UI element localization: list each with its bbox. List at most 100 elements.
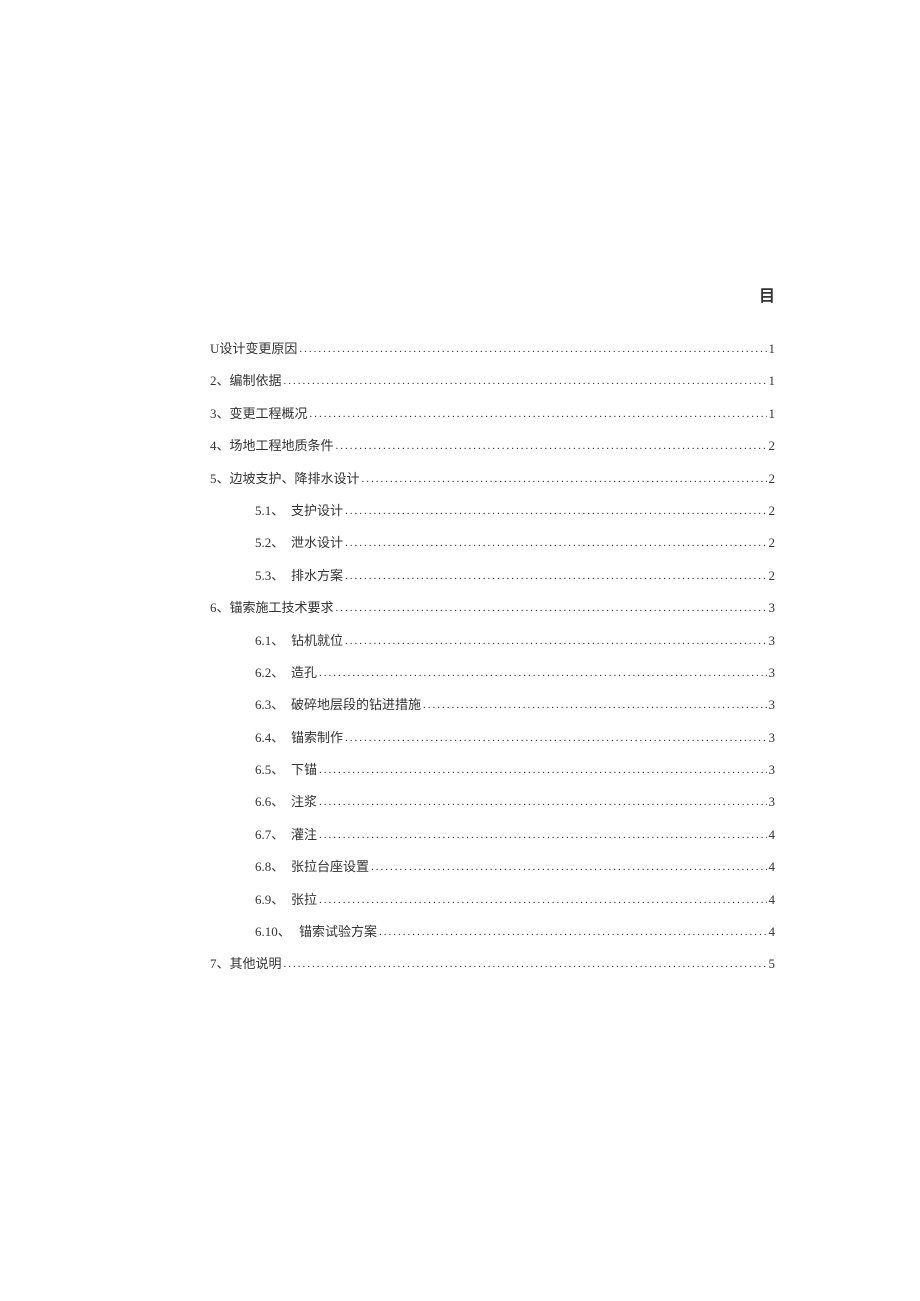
toc-page: 3 xyxy=(769,599,776,617)
toc-num: 5、 xyxy=(210,470,230,488)
toc-sub-entry: 6.3、 破碎地层段的钻进措施 3 xyxy=(210,696,775,714)
toc-entry: U 设计变更原因 1 xyxy=(210,340,775,358)
toc-sub-entry: 6.5、 下锚 3 xyxy=(210,761,775,779)
toc-page: 4 xyxy=(769,891,776,909)
toc-dots xyxy=(371,860,766,875)
toc-dots xyxy=(423,698,766,713)
toc-dots xyxy=(379,925,766,940)
toc-num: 7、 xyxy=(210,955,230,973)
toc-page: 2 xyxy=(769,502,776,520)
toc-page: 2 xyxy=(769,470,776,488)
toc-sub-entry: 6.4、 锚索制作 3 xyxy=(210,729,775,747)
toc-title: 破碎地层段的钻进措施 xyxy=(291,696,421,714)
toc-sub-num: 6.7、 xyxy=(255,826,291,844)
toc-dots xyxy=(310,407,767,422)
toc-dots xyxy=(299,342,766,357)
toc-page: 1 xyxy=(769,340,776,358)
toc-sub-entry: 5.1、 支护设计 2 xyxy=(210,502,775,520)
toc-sub-entry: 6.8、 张拉台座设置 4 xyxy=(210,858,775,876)
toc-title: 其他说明 xyxy=(230,955,282,973)
toc-sub-entry: 6.6、 注浆 3 xyxy=(210,793,775,811)
toc-title: 支护设计 xyxy=(291,502,343,520)
toc-page: 3 xyxy=(769,761,776,779)
toc-dots xyxy=(345,536,766,551)
toc-title: 注浆 xyxy=(291,793,317,811)
toc-dots xyxy=(319,666,766,681)
toc-entry: 3、 变更工程概况 1 xyxy=(210,405,775,423)
toc-dots xyxy=(345,731,766,746)
toc-title: 锚索试验方案 xyxy=(299,923,377,941)
toc-title: 灌注 xyxy=(291,826,317,844)
toc-dots xyxy=(336,439,767,454)
toc-sub-num: 6.2、 xyxy=(255,664,291,682)
toc-title: 场地工程地质条件 xyxy=(230,437,334,455)
toc-page: 2 xyxy=(769,567,776,585)
toc-sub-num: 5.1、 xyxy=(255,502,291,520)
toc-title: 锚索制作 xyxy=(291,729,343,747)
toc-page: 3 xyxy=(769,632,776,650)
toc-page: 3 xyxy=(769,664,776,682)
toc-dots xyxy=(319,795,766,810)
toc-title: 张拉 xyxy=(291,891,317,909)
toc-list: U 设计变更原因 1 2、 编制依据 1 3、 变更工程概况 1 4、 场地工程… xyxy=(210,340,775,974)
toc-title: 造孔 xyxy=(291,664,317,682)
toc-dots xyxy=(345,569,766,584)
toc-sub-entry: 6.9、 张拉 4 xyxy=(210,891,775,909)
toc-title: 锚索施工技术要求 xyxy=(230,599,334,617)
toc-title: 钻机就位 xyxy=(291,632,343,650)
toc-page: 2 xyxy=(769,534,776,552)
toc-title: 设计变更原因 xyxy=(219,340,297,358)
toc-page: 4 xyxy=(769,858,776,876)
toc-sub-num: 6.1、 xyxy=(255,632,291,650)
toc-sub-entry: 6.10、 锚索试验方案 4 xyxy=(210,923,775,941)
toc-title: 张拉台座设置 xyxy=(291,858,369,876)
toc-dots xyxy=(336,601,767,616)
toc-page: 3 xyxy=(769,793,776,811)
toc-entry: 2、 编制依据 1 xyxy=(210,372,775,390)
toc-dots xyxy=(319,828,766,843)
toc-dots xyxy=(319,893,766,908)
toc-sub-entry: 5.2、 泄水设计 2 xyxy=(210,534,775,552)
toc-dots xyxy=(284,957,767,972)
toc-title: 边坡支护、降排水设计 xyxy=(230,470,360,488)
toc-sub-num: 6.8、 xyxy=(255,858,291,876)
toc-sub-num: 6.9、 xyxy=(255,891,291,909)
toc-entry: 7、 其他说明 5 xyxy=(210,955,775,973)
toc-entry: 5、 边坡支护、降排水设计 2 xyxy=(210,470,775,488)
toc-sub-entry: 6.1、 钻机就位 3 xyxy=(210,632,775,650)
toc-num: 6、 xyxy=(210,599,230,617)
toc-sub-num: 5.2、 xyxy=(255,534,291,552)
toc-sub-num: 5.3、 xyxy=(255,567,291,585)
toc-page: 1 xyxy=(769,372,776,390)
toc-title: 编制依据 xyxy=(230,372,282,390)
toc-title: 下锚 xyxy=(291,761,317,779)
toc-dots xyxy=(362,472,767,487)
toc-title: 排水方案 xyxy=(291,567,343,585)
toc-sub-entry: 6.7、 灌注 4 xyxy=(210,826,775,844)
toc-dots xyxy=(284,374,767,389)
toc-sub-entry: 6.2、 造孔 3 xyxy=(210,664,775,682)
toc-dots xyxy=(345,634,766,649)
toc-sub-num: 6.3、 xyxy=(255,696,291,714)
toc-title: 泄水设计 xyxy=(291,534,343,552)
toc-title: 变更工程概况 xyxy=(230,405,308,423)
toc-sub-num: 6.5、 xyxy=(255,761,291,779)
toc-dots xyxy=(345,504,766,519)
toc-sub-num: 6.6、 xyxy=(255,793,291,811)
page-content: U 设计变更原因 1 2、 编制依据 1 3、 变更工程概况 1 4、 场地工程… xyxy=(0,0,920,974)
toc-dots xyxy=(319,763,766,778)
toc-page: 3 xyxy=(769,696,776,714)
toc-page: 1 xyxy=(769,405,776,423)
toc-header: 目 xyxy=(759,282,775,306)
toc-page: 4 xyxy=(769,826,776,844)
toc-num: 3、 xyxy=(210,405,230,423)
toc-page: 5 xyxy=(769,955,776,973)
toc-entry: 6、 锚索施工技术要求 3 xyxy=(210,599,775,617)
toc-num: 4、 xyxy=(210,437,230,455)
toc-num: 2、 xyxy=(210,372,230,390)
toc-page: 3 xyxy=(769,729,776,747)
toc-page: 2 xyxy=(769,437,776,455)
toc-num: U xyxy=(210,340,219,358)
toc-sub-entry: 5.3、 排水方案 2 xyxy=(210,567,775,585)
toc-sub-num: 6.10、 xyxy=(255,923,299,941)
